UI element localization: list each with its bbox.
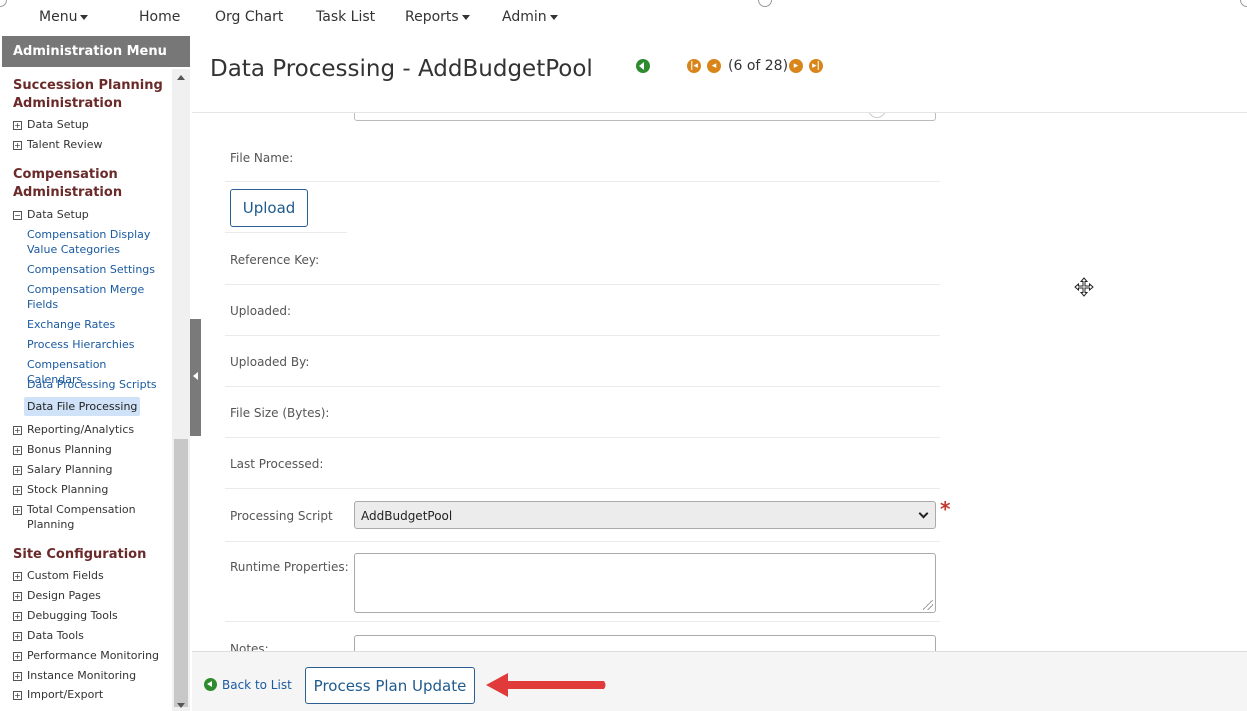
partial-input-field[interactable]	[354, 113, 936, 121]
first-record-icon[interactable]: |◂	[687, 59, 701, 73]
sidebar-item-bonus[interactable]: + Bonus Planning	[13, 442, 112, 457]
expand-icon[interactable]: +	[13, 612, 22, 621]
sidebar-item-data-setup[interactable]: + Data Setup	[13, 117, 89, 132]
expand-icon[interactable]: +	[13, 691, 22, 700]
sidebar-scrollbar[interactable]	[172, 69, 190, 711]
sidebar-item-instance[interactable]: + Instance Monitoring	[13, 668, 136, 683]
sidebar-subitem[interactable]: Process Hierarchies	[27, 337, 162, 352]
section-title-compensation: Compensation Administration	[13, 167, 123, 200]
sidebar-item-import-export[interactable]: + Import/Export	[13, 687, 103, 702]
sidebar-item-performance[interactable]: + Performance Monitoring	[13, 648, 159, 663]
move-cursor-icon	[1074, 277, 1094, 297]
sidebar: Administration Menu Succession Planning …	[0, 36, 190, 711]
uploaded-label: Uploaded:	[230, 304, 292, 318]
row-divider	[225, 335, 940, 336]
expand-icon[interactable]: +	[13, 426, 22, 435]
nav-admin[interactable]: Admin	[502, 9, 558, 25]
scroll-up-icon[interactable]	[177, 75, 185, 80]
row-divider	[225, 541, 940, 542]
expand-icon[interactable]: +	[13, 121, 22, 130]
sidebar-item-design-pages[interactable]: + Design Pages	[13, 588, 101, 603]
expand-icon[interactable]: +	[13, 446, 22, 455]
nav-task-list[interactable]: Task List	[316, 9, 375, 25]
notes-label: Notes:	[230, 642, 269, 651]
sidebar-subitem[interactable]: Compensation Settings	[27, 262, 162, 277]
back-arrow-icon	[204, 678, 217, 691]
row-divider	[225, 232, 347, 233]
nav-org-chart[interactable]: Org Chart	[215, 9, 283, 25]
scroll-down-icon[interactable]	[177, 703, 185, 708]
sidebar-subitem[interactable]: Compensation Display Value Categories	[27, 227, 162, 257]
sidebar-subitem-active[interactable]: Data File Processing	[24, 397, 141, 416]
sidebar-item-talent-review[interactable]: + Talent Review	[13, 137, 103, 152]
sidebar-subitem[interactable]: Compensation Merge Fields	[27, 282, 162, 312]
annotation-arrow-icon	[486, 673, 606, 697]
row-divider	[225, 437, 940, 438]
expand-icon[interactable]: +	[13, 652, 22, 661]
back-arrow-icon[interactable]	[636, 59, 650, 73]
expand-icon[interactable]: +	[13, 572, 22, 581]
section-title-site-config: Site Configuration	[13, 547, 147, 562]
form-area: File Name: Upload Reference Key: Uploade…	[192, 113, 1247, 651]
expand-icon[interactable]: +	[13, 632, 22, 641]
sidebar-item-comp-data-setup[interactable]: − Data Setup	[13, 207, 89, 222]
sidebar-item-debugging[interactable]: + Debugging Tools	[13, 608, 118, 623]
file-name-label: File Name:	[230, 151, 294, 165]
next-record-icon[interactable]: ▸	[789, 59, 803, 73]
nav-menu[interactable]: Menu	[39, 9, 89, 25]
expand-icon[interactable]: +	[13, 672, 22, 681]
sidebar-subitem[interactable]: Data Processing Scripts	[27, 377, 162, 392]
sidebar-item-reporting[interactable]: + Reporting/Analytics	[13, 422, 134, 437]
runtime-properties-label: Runtime Properties:	[230, 560, 349, 574]
chevron-down-icon	[918, 508, 929, 519]
section-title-succession: Succession Planning Administration	[13, 78, 163, 111]
record-counter: (6 of 28)	[728, 58, 789, 74]
uploaded-by-label: Uploaded By:	[230, 355, 310, 369]
row-divider	[225, 621, 940, 622]
collapse-icon[interactable]: −	[13, 211, 22, 220]
sidebar-item-salary[interactable]: + Salary Planning	[13, 462, 112, 477]
sidebar-menu: Succession Planning Administration + Data…	[0, 67, 172, 711]
expand-icon[interactable]: +	[13, 506, 22, 515]
last-processed-label: Last Processed:	[230, 457, 324, 471]
upload-button[interactable]: Upload	[230, 189, 308, 227]
sidebar-header: Administration Menu	[2, 36, 190, 67]
expand-icon[interactable]: +	[13, 141, 22, 150]
nav-home[interactable]: Home	[139, 9, 180, 25]
required-marker: *	[940, 497, 951, 521]
sidebar-item-data-tools[interactable]: + Data Tools	[13, 628, 84, 643]
expand-icon[interactable]: +	[13, 466, 22, 475]
resize-grip-icon[interactable]	[923, 600, 933, 610]
processing-script-select[interactable]: AddBudgetPool	[354, 501, 936, 529]
row-divider	[225, 181, 940, 182]
sidebar-item-stock[interactable]: + Stock Planning	[13, 482, 108, 497]
caret-down-icon	[549, 14, 558, 20]
runtime-properties-textarea[interactable]	[354, 553, 936, 613]
processing-script-label: Processing Script	[230, 509, 333, 523]
row-divider	[225, 284, 940, 285]
row-divider	[225, 386, 940, 387]
caret-down-icon	[461, 14, 470, 20]
expand-icon[interactable]: +	[13, 592, 22, 601]
sidebar-item-total-comp[interactable]: + Total Compensation Planning	[13, 502, 147, 532]
previous-record-icon[interactable]: ◂	[707, 59, 721, 73]
top-nav: Menu Home Org Chart Task List Reports Ad…	[0, 0, 1247, 36]
footer-bar: Back to List Process Plan Update	[192, 651, 1247, 711]
nav-reports[interactable]: Reports	[405, 9, 470, 25]
notes-textarea[interactable]	[354, 635, 936, 651]
sidebar-subitem[interactable]: Exchange Rates	[27, 317, 162, 332]
last-record-icon[interactable]: ▸|	[809, 59, 823, 73]
sidebar-item-custom-fields[interactable]: + Custom Fields	[13, 568, 104, 583]
expand-icon[interactable]: +	[13, 486, 22, 495]
reference-key-label: Reference Key:	[230, 253, 320, 267]
file-size-label: File Size (Bytes):	[230, 406, 330, 420]
scrollbar-thumb[interactable]	[174, 439, 188, 707]
process-plan-update-button[interactable]: Process Plan Update	[305, 667, 475, 704]
caret-down-icon	[80, 14, 89, 20]
row-divider	[225, 488, 940, 489]
page-title: Data Processing - AddBudgetPool	[210, 56, 593, 82]
back-to-list-link[interactable]: Back to List	[204, 678, 292, 692]
